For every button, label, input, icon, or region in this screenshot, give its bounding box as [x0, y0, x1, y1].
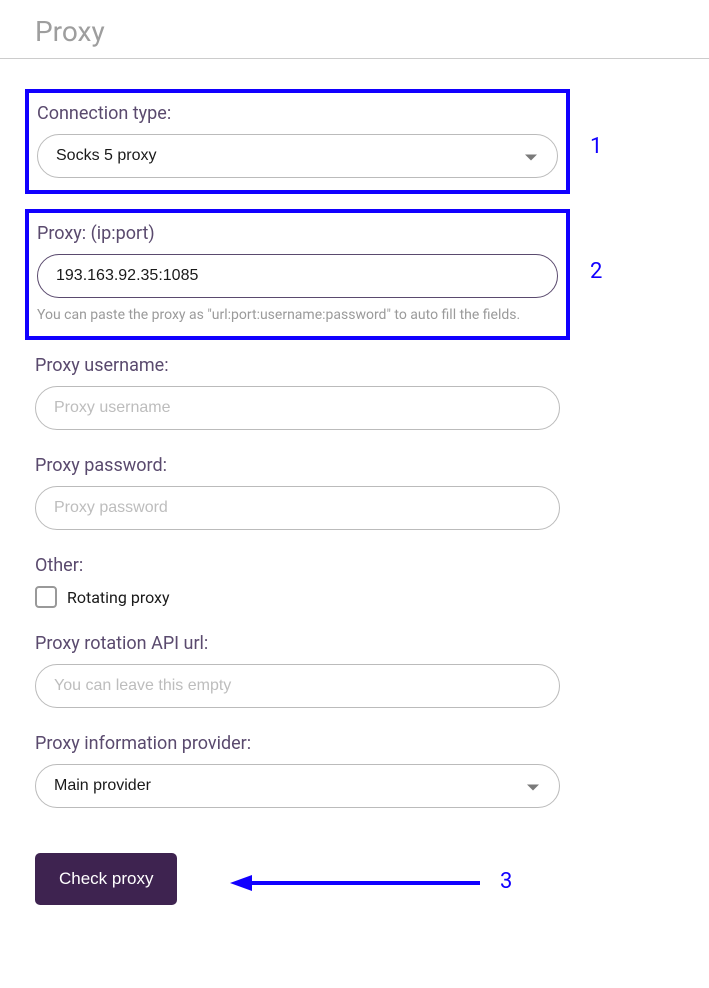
rotation-api-input[interactable] — [35, 664, 560, 708]
provider-select[interactable] — [35, 764, 560, 808]
rotating-proxy-checkbox[interactable] — [35, 586, 57, 608]
proxy-password-label: Proxy password: — [35, 455, 560, 476]
page-title: Proxy — [0, 0, 709, 58]
proxy-ip-help: You can paste the proxy as "url:port:use… — [37, 306, 558, 324]
provider-label: Proxy information provider: — [35, 733, 560, 754]
connection-type-select[interactable] — [37, 134, 558, 178]
proxy-ip-label: Proxy: (ip:port) — [37, 223, 558, 244]
rotation-api-label: Proxy rotation API url: — [35, 633, 560, 654]
highlight-box-2: Proxy: (ip:port) You can paste the proxy… — [25, 209, 570, 340]
arrow-icon — [230, 871, 485, 895]
annotation-1: 1 — [590, 134, 602, 159]
proxy-username-input[interactable] — [35, 386, 560, 430]
annotation-2: 2 — [590, 259, 602, 284]
check-proxy-button[interactable]: Check proxy — [35, 853, 177, 905]
rotating-proxy-checkbox-label: Rotating proxy — [67, 588, 170, 607]
highlight-box-1: Connection type: — [25, 89, 570, 194]
proxy-ip-input[interactable] — [37, 254, 558, 298]
divider — [0, 58, 709, 59]
annotation-3: 3 — [500, 869, 512, 894]
connection-type-label: Connection type: — [37, 103, 558, 124]
proxy-username-label: Proxy username: — [35, 355, 560, 376]
proxy-password-input[interactable] — [35, 486, 560, 530]
other-label: Other: — [35, 555, 560, 576]
